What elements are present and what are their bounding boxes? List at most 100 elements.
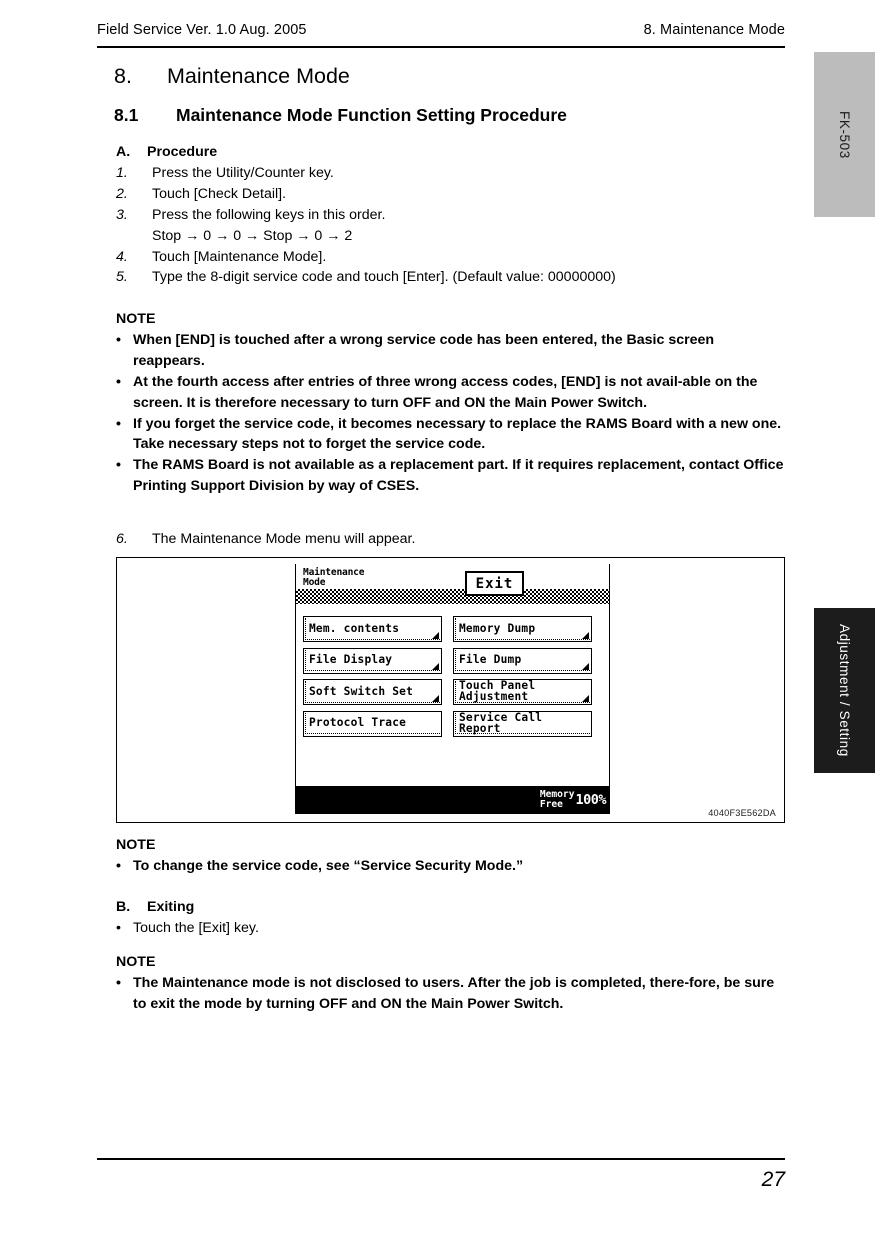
document-page: Field Service Ver. 1.0 Aug. 2005 8. Main… [0, 0, 875, 1240]
lcd-button-label: Soft Switch Set [309, 684, 414, 698]
chapter-title: Maintenance Mode [167, 64, 350, 88]
lcd-button-label: Touch Panel Adjustment [459, 679, 536, 703]
footer-rule [97, 1158, 785, 1160]
note-text: The RAMS Board is not available as a rep… [133, 457, 784, 495]
lcd-button-row: Soft Switch Set Touch Panel Adjustment [296, 679, 609, 711]
lcd-button-label: Service Call Report [459, 710, 543, 735]
lcd-button-grid: Mem. contents Memory Dump File Display F… [296, 616, 609, 742]
chapter-heading: 8. Maintenance Mode [114, 64, 350, 89]
step-number: 2. [116, 185, 128, 202]
step-text: Press the Utility/Counter key. [152, 164, 334, 181]
section-title: Maintenance Mode Function Setting Proced… [176, 105, 567, 125]
lcd-dither-band [296, 589, 609, 604]
lcd-button-label: File Dump [459, 653, 522, 667]
note-block-3: NOTE • The Maintenance mode is not discl… [116, 952, 788, 1015]
step-text: Touch [Maintenance Mode]. [152, 248, 327, 265]
step-text: Type the 8-digit service code and touch … [152, 269, 616, 286]
step-text: Touch [Check Detail]. [152, 185, 287, 202]
lcd-button-label: Protocol Trace [309, 716, 407, 730]
procedure-block: A. Procedure 1. Press the Utility/Counter… [116, 142, 788, 288]
note-bullet: • The Maintenance mode is not disclosed … [116, 973, 788, 1015]
side-tab-model: FK-503 [814, 52, 875, 217]
note-block-1: NOTE • When [END] is touched after a wro… [116, 309, 788, 497]
lcd-status-bar: Memory Free 100% [296, 786, 609, 814]
header-right-text: 8. Maintenance Mode [643, 22, 785, 38]
note-bullet: • When [END] is touched after a wrong se… [116, 330, 788, 372]
figure-id-caption: 4040F3E562DA [708, 808, 776, 818]
memory-free-label: Memory Free [539, 789, 575, 810]
note-bullet: • If you forget the service code, it bec… [116, 414, 788, 456]
lcd-button-row: Mem. contents Memory Dump [296, 616, 609, 648]
bullet-icon: • [116, 457, 121, 474]
step-number: 4. [116, 248, 128, 265]
side-tab-section: Adjustment / Setting [814, 608, 875, 773]
procedure-step: 4. Touch [Maintenance Mode]. [116, 247, 788, 268]
header-rule [97, 46, 785, 48]
exiting-block: B. Exiting • Touch the [Exit] key. [116, 897, 788, 939]
bullet-icon: • [116, 331, 121, 348]
note-title: NOTE [116, 837, 156, 853]
side-tab-model-label: FK-503 [837, 110, 852, 159]
procedure-step: 6. The Maintenance Mode menu will appear… [116, 529, 788, 550]
note-bullet: • To change the service code, see “Servi… [116, 856, 788, 877]
note-text: To change the service code, see “Service… [133, 857, 524, 874]
page-number: 27 [761, 1168, 785, 1191]
lcd-panel: Maintenance Mode Exit Mem. contents Memo… [295, 564, 610, 814]
lcd-button-soft-switch-set[interactable]: Soft Switch Set [303, 679, 442, 705]
lcd-title-text: Maintenance Mode [303, 567, 365, 589]
step-number: 6. [116, 531, 128, 547]
lcd-button-label: Mem. contents [309, 621, 400, 635]
procedure-step: 3. Press the following keys in this orde… [116, 205, 788, 226]
lcd-button-row: File Display File Dump [296, 647, 609, 680]
bullet-icon: • [116, 857, 121, 874]
procedure-heading-label: Procedure [147, 144, 218, 160]
step-number: 1. [116, 164, 128, 181]
procedure-step: 2. Touch [Check Detail]. [116, 184, 788, 205]
note-bullet: • At the fourth access after entries of … [116, 372, 788, 414]
exit-button[interactable]: Exit [465, 571, 524, 596]
running-header: Field Service Ver. 1.0 Aug. 2005 8. Main… [97, 22, 785, 38]
procedure-subheading: A. Procedure [116, 142, 788, 163]
side-tab-section-label: Adjustment / Setting [837, 624, 852, 757]
lcd-button-touch-panel-adjustment[interactable]: Touch Panel Adjustment [453, 679, 592, 705]
procedure-step-6-block: 6. The Maintenance Mode menu will appear… [116, 529, 788, 550]
note-bullet: • The RAMS Board is not available as a r… [116, 455, 788, 497]
lcd-button-row: Protocol Trace Service Call Report [296, 710, 609, 743]
lcd-button-file-display[interactable]: File Display [303, 647, 442, 674]
bullet-icon: • [116, 919, 121, 936]
figure-box: Maintenance Mode Exit Mem. contents Memo… [116, 557, 785, 823]
header-left-text: Field Service Ver. 1.0 Aug. 2005 [97, 22, 307, 38]
step-text: The Maintenance Mode menu will appear. [152, 531, 416, 547]
lcd-button-mem-contents[interactable]: Mem. contents [303, 616, 442, 642]
section-heading: 8.1 Maintenance Mode Function Setting Pro… [114, 105, 567, 126]
note-title: NOTE [116, 954, 156, 970]
section-number: 8.1 [114, 105, 139, 125]
step-number: 5. [116, 269, 128, 286]
exiting-bullet: • Touch the [Exit] key. [116, 918, 788, 939]
procedure-step: 5. Type the 8-digit service code and tou… [116, 267, 788, 288]
memory-free-value: 100% [575, 792, 606, 808]
note-text: When [END] is touched after a wrong serv… [133, 331, 715, 369]
exiting-subheading: B. Exiting [116, 897, 788, 918]
procedure-letter: A. [116, 144, 131, 160]
note-text: At the fourth access after entries of th… [133, 373, 758, 411]
lcd-button-protocol-trace[interactable]: Protocol Trace [303, 710, 442, 737]
note-block-2: NOTE • To change the service code, see “… [116, 835, 788, 877]
note-text: If you forget the service code, it becom… [133, 415, 782, 453]
lcd-title-bar: Maintenance Mode Exit [296, 564, 609, 605]
lcd-button-service-call-report[interactable]: Service Call Report [453, 710, 592, 737]
bullet-icon: • [116, 974, 121, 991]
bullet-icon: • [116, 415, 121, 432]
chapter-number: 8. [114, 64, 132, 88]
step-text: Press the following keys in this order. [152, 206, 386, 223]
bullet-icon: • [116, 373, 121, 390]
key-sequence: Stop → 0 → 0 → Stop → 0 → 2 [152, 227, 353, 244]
lcd-button-memory-dump[interactable]: Memory Dump [453, 616, 592, 642]
note-text: The Maintenance mode is not disclosed to… [133, 974, 775, 1012]
lcd-button-label: Memory Dump [459, 621, 536, 635]
lcd-button-label: File Display [309, 653, 393, 667]
procedure-step: 1. Press the Utility/Counter key. [116, 163, 788, 184]
lcd-button-file-dump[interactable]: File Dump [453, 647, 592, 674]
note-title: NOTE [116, 311, 156, 327]
exiting-text: Touch the [Exit] key. [133, 919, 259, 936]
